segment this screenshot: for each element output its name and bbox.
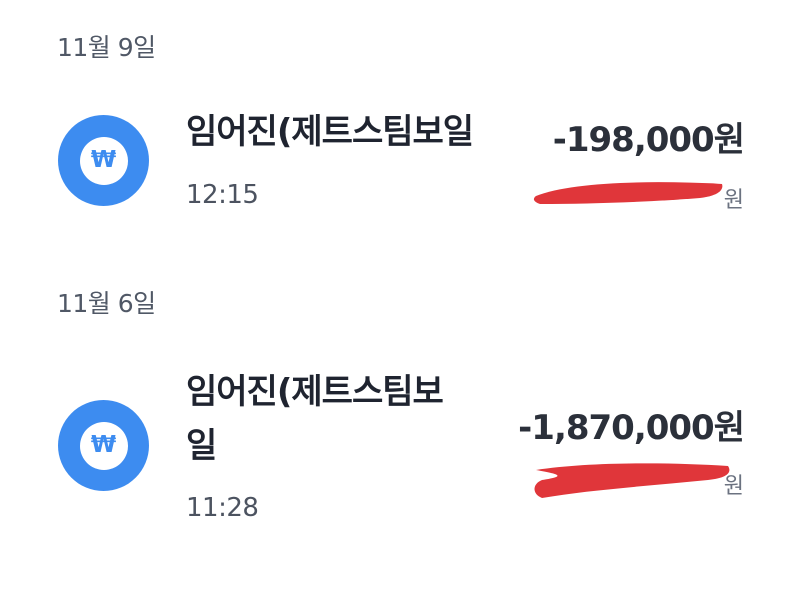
won-icon: ₩	[58, 400, 149, 491]
redaction-mark	[534, 463, 730, 498]
date-header-nov-9: 11월 9일	[57, 33, 156, 62]
transaction-row[interactable]: ₩ 임어진(제트스팀보 일 -1,870,000원 11:28 원	[0, 360, 800, 540]
transaction-row[interactable]: ₩ 임어진(제트스팀보일 -198,000원 12:15 원	[0, 100, 800, 230]
transaction-name: 임어진(제트스팀보일	[186, 112, 474, 152]
transaction-name-line-2: 일	[186, 426, 217, 466]
won-icon: ₩	[58, 115, 149, 206]
transaction-amount: -198,000원	[552, 120, 745, 160]
transaction-time: 12:15	[186, 180, 259, 210]
redaction-mark	[533, 182, 723, 204]
transaction-name-line-1: 임어진(제트스팀보	[186, 372, 444, 412]
date-header-nov-6: 11월 6일	[57, 289, 156, 318]
transaction-amount: -1,870,000원	[518, 408, 745, 448]
transaction-time: 11:28	[186, 493, 259, 523]
